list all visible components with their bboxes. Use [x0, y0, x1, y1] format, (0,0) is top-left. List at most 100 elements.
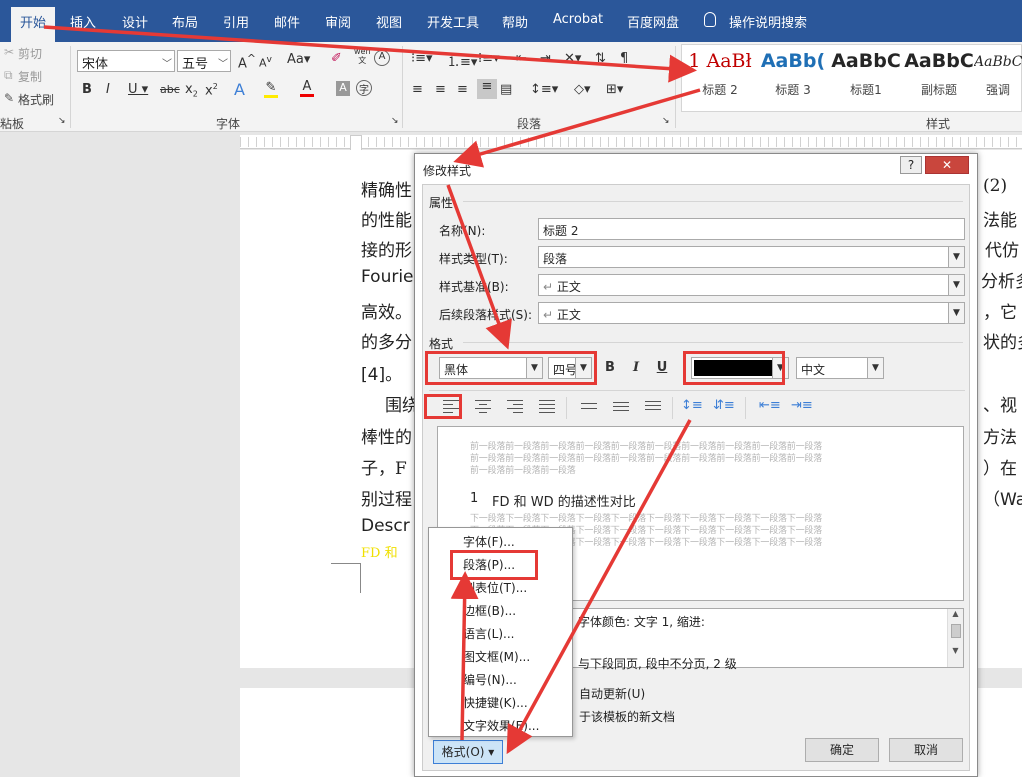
borders-icon[interactable]: ⊞▾ [606, 82, 623, 97]
style-heading-3[interactable]: AaBb( 标题 3 [757, 46, 829, 106]
phonetic-guide-icon[interactable]: wén 文 [354, 47, 371, 65]
clear-formatting-icon[interactable]: ✐ [331, 51, 342, 66]
tell-me-search[interactable]: 操作说明搜索 [729, 12, 807, 31]
style-name: 强调 [985, 83, 1010, 97]
underline-button[interactable]: U [653, 360, 671, 375]
increase-spacing-icon[interactable]: ↕≡ [681, 398, 703, 413]
change-case-icon[interactable]: Aa▾ [287, 52, 310, 67]
style-heading-2[interactable]: 1 AaBł 标题 2 [684, 46, 756, 106]
numbering-icon[interactable]: ⒈≡▾ [447, 51, 477, 70]
italic-button[interactable]: I [627, 360, 645, 375]
tab-home[interactable]: 开始 [11, 7, 56, 42]
font-size-value: 五号 [182, 57, 209, 72]
tab-baidu[interactable]: 百度网盘 [627, 12, 679, 31]
bold-button[interactable]: B [601, 360, 619, 375]
new-docs-radio[interactable]: 于该模板的新文档 [579, 708, 675, 725]
tab-insert[interactable]: 插入 [70, 12, 96, 31]
grow-font-icon[interactable]: A^ [238, 52, 256, 71]
increase-indent-icon[interactable]: ⇥ [540, 51, 551, 66]
subscript-button[interactable]: x2 [185, 82, 198, 99]
based-on-select[interactable]: ↵ 正文 ▼ [538, 274, 965, 296]
text-effects-icon[interactable]: A [234, 80, 245, 99]
toolbar-separator [566, 397, 567, 419]
highlight-icon[interactable]: ✎ [264, 80, 278, 98]
underline-button[interactable]: U ▾ [128, 82, 148, 97]
menu-item-border[interactable]: 边框(B)... [463, 602, 516, 619]
tab-layout[interactable]: 布局 [172, 12, 198, 31]
font-size-combo[interactable]: 五号 ﹀ [177, 50, 231, 72]
dialog-launcher-icon[interactable]: ↘ [391, 116, 399, 126]
sort-icon[interactable]: ⇅ [595, 51, 606, 66]
tab-review[interactable]: 审阅 [325, 12, 351, 31]
menu-item-language[interactable]: 语言(L)... [463, 625, 515, 642]
description-scrollbar[interactable]: ▲ ▼ [947, 609, 963, 667]
bullets-icon[interactable]: ⁝≡▾ [411, 51, 433, 66]
bold-button[interactable]: B [82, 82, 92, 97]
line-spacing-single-button[interactable] [577, 397, 601, 417]
format-painter-button[interactable]: 格式刷 [18, 91, 54, 108]
distribute-icon[interactable]: ▤ [500, 82, 512, 97]
tab-help[interactable]: 帮助 [502, 12, 528, 31]
justify-button[interactable] [535, 397, 559, 417]
cut-button[interactable]: 剪切 [18, 45, 42, 62]
line-spacing-icon[interactable]: ↕≡▾ [530, 82, 558, 97]
char-shading-icon[interactable]: A [336, 81, 350, 96]
align-center-button[interactable] [471, 397, 495, 417]
increase-indent-icon[interactable]: ⇥≡ [791, 398, 813, 413]
show-marks-icon[interactable]: ¶ [620, 51, 628, 66]
line-spacing-half-button[interactable] [609, 397, 633, 417]
ok-button[interactable]: 确定 [805, 738, 879, 762]
tab-design[interactable]: 设计 [122, 12, 148, 31]
menu-item-font[interactable]: 字体(F)... [463, 533, 515, 550]
tab-view[interactable]: 视图 [376, 12, 402, 31]
style-type-select[interactable]: 段落 ▼ [538, 246, 965, 268]
enclose-char-icon-2[interactable]: 字 [356, 80, 372, 96]
shrink-font-icon[interactable]: Av [259, 54, 272, 70]
style-name-field[interactable]: 标题 2 [538, 218, 965, 240]
tab-developer[interactable]: 开发工具 [427, 12, 479, 31]
italic-button[interactable]: I [106, 82, 110, 97]
tab-mailings[interactable]: 邮件 [274, 12, 300, 31]
tab-acrobat[interactable]: Acrobat [553, 12, 603, 27]
menu-item-numbering[interactable]: 编号(N)... [463, 671, 517, 688]
align-left-icon[interactable]: ≡ [412, 82, 423, 97]
auto-update-checkbox[interactable]: 自动更新(U) [579, 685, 645, 702]
style-emphasis[interactable]: AaBbCc 强调 [974, 46, 1022, 106]
decrease-spacing-icon[interactable]: ⇵≡ [713, 398, 735, 413]
line-spacing-double-button[interactable] [641, 397, 665, 417]
shading-icon[interactable]: ◇▾ [574, 82, 591, 97]
dialog-launcher-icon[interactable]: ↘ [58, 116, 66, 126]
decrease-indent-icon[interactable]: ⇤ [516, 51, 527, 66]
style-sample: AaBbCc [974, 54, 1022, 70]
font-color-icon[interactable]: A [300, 79, 314, 97]
scroll-down-icon[interactable]: ▼ [948, 646, 963, 655]
align-right-icon[interactable]: ≡ [457, 82, 468, 97]
menu-item-frame[interactable]: 图文框(M)... [463, 648, 530, 665]
align-center-icon[interactable]: ≡ [435, 82, 446, 97]
superscript-button[interactable]: x2 [205, 82, 218, 98]
multilevel-list-icon[interactable]: ⁞≡▾ [478, 51, 500, 66]
scroll-up-icon[interactable]: ▲ [948, 609, 963, 618]
next-style-select[interactable]: ↵ 正文 ▼ [538, 302, 965, 324]
decrease-indent-icon[interactable]: ⇤≡ [759, 398, 781, 413]
menu-item-tabs[interactable]: 制表位(T)... [463, 579, 527, 596]
align-right-button[interactable] [503, 397, 527, 417]
style-heading-1[interactable]: AaBbC 标题1 [830, 46, 902, 106]
cancel-button[interactable]: 取消 [889, 738, 963, 762]
strikethrough-button[interactable]: abc [160, 83, 180, 96]
script-select[interactable]: 中文 ▼ [796, 357, 884, 379]
format-menu-button[interactable]: 格式(O) ▾ [433, 740, 503, 764]
copy-button[interactable]: 复制 [18, 68, 42, 85]
chinese-layout-icon[interactable]: ✕▾ [564, 51, 581, 66]
font-name-combo[interactable]: 宋体 ﹀ [77, 50, 175, 72]
scroll-thumb[interactable] [950, 624, 961, 638]
justify-icon[interactable]: ≡ [477, 79, 497, 99]
tab-references[interactable]: 引用 [223, 12, 249, 31]
enclose-char-icon[interactable]: A [374, 50, 390, 66]
menu-item-shortcut[interactable]: 快捷键(K)... [463, 694, 528, 711]
close-button[interactable]: ✕ [925, 156, 969, 174]
menu-item-text-effects[interactable]: 文字效果(E)... [463, 717, 539, 734]
dialog-launcher-icon[interactable]: ↘ [662, 116, 670, 126]
help-button[interactable]: ? [900, 156, 922, 174]
style-subtitle[interactable]: AaBbC 副标题 [903, 46, 975, 106]
